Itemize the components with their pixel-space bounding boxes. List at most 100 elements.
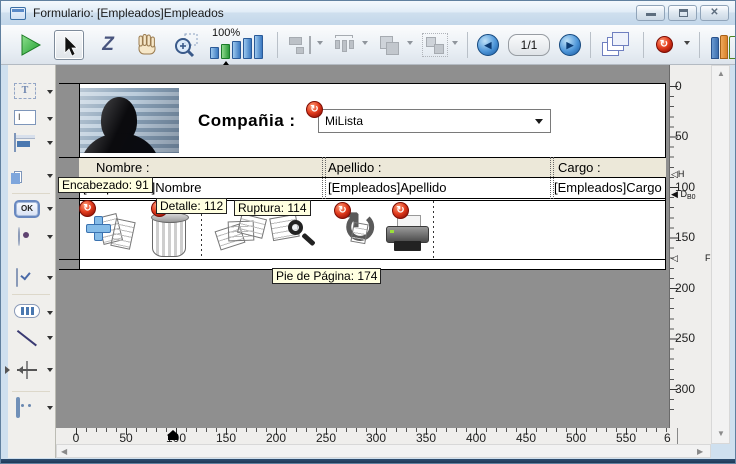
footer-marker-handle[interactable]: ◁ bbox=[671, 253, 678, 264]
h-ruler-label: 50 bbox=[114, 431, 138, 445]
vertical-scrollbar[interactable]: ▲ ▼ bbox=[711, 65, 730, 444]
nombre-label[interactable]: Nombre : bbox=[96, 160, 149, 175]
section-marker-header[interactable]: Encabezado: 91 bbox=[58, 177, 153, 193]
footer-boundary-line bbox=[79, 259, 666, 260]
section-marker-footer[interactable]: Pie de Página: 174 bbox=[272, 268, 381, 284]
h-ruler-label: 500 bbox=[564, 431, 588, 445]
next-page-button[interactable]: ▶ bbox=[559, 34, 581, 56]
events-dropdown-icon[interactable] bbox=[684, 41, 690, 48]
form-events-button[interactable]: ↻ bbox=[653, 30, 675, 60]
pan-tool-button[interactable] bbox=[132, 30, 162, 60]
window-frame-bottom bbox=[1, 459, 736, 464]
header-marker-handle[interactable]: ◁H bbox=[671, 169, 684, 180]
tool-dropdown-icon[interactable] bbox=[47, 336, 53, 343]
distribute-tool-group[interactable] bbox=[332, 33, 368, 57]
level-dropdown-icon[interactable] bbox=[407, 41, 413, 48]
previous-page-icon: ◀ bbox=[485, 40, 492, 50]
palette-separator bbox=[12, 391, 50, 392]
search-records-button[interactable] bbox=[269, 211, 321, 259]
tool-dropdown-icon[interactable] bbox=[47, 207, 53, 214]
section-marker-detail[interactable]: Detalle: 112 bbox=[156, 198, 227, 214]
explorer-button[interactable] bbox=[709, 31, 736, 59]
play-icon bbox=[17, 32, 43, 58]
level-tool-group[interactable] bbox=[377, 33, 413, 57]
scroll-down-icon[interactable]: ▼ bbox=[717, 429, 725, 439]
window-title: Formulario: [Empleados]Empleados bbox=[33, 6, 224, 20]
tool-dropdown-icon[interactable] bbox=[47, 368, 53, 375]
group-dropdown-icon[interactable] bbox=[452, 41, 458, 48]
browse-records-button[interactable] bbox=[216, 211, 266, 257]
tool-line[interactable] bbox=[12, 328, 54, 350]
object-method-badge[interactable]: ↻ bbox=[334, 202, 351, 219]
previous-page-button[interactable]: ◀ bbox=[477, 34, 499, 56]
toolbar: Z 100% bbox=[1, 25, 736, 65]
tool-static-text[interactable]: T bbox=[12, 82, 54, 104]
scroll-right-icon[interactable]: ▶ bbox=[697, 447, 703, 457]
tool-input-field[interactable]: I bbox=[12, 109, 54, 131]
h-ruler-label: 250 bbox=[314, 431, 338, 445]
v-ruler-label: 0 bbox=[675, 79, 682, 93]
toolbar-separator bbox=[590, 32, 591, 58]
tool-dropdown-icon[interactable] bbox=[47, 141, 53, 148]
tool-list-box[interactable] bbox=[12, 133, 54, 155]
scroll-left-icon[interactable]: ◀ bbox=[61, 447, 67, 457]
tool-dropdown-icon[interactable] bbox=[47, 276, 53, 283]
zoom-bars-icon[interactable] bbox=[210, 35, 263, 59]
distribute-dropdown-icon[interactable] bbox=[362, 41, 368, 48]
align-dropdown-icon[interactable] bbox=[317, 41, 323, 48]
zoom-tool-button[interactable] bbox=[171, 30, 201, 60]
group-tool-group[interactable] bbox=[422, 33, 458, 57]
scroll-up-icon[interactable]: ▲ bbox=[717, 69, 725, 79]
tool-checkbox[interactable] bbox=[12, 268, 54, 290]
apellido-label[interactable]: Apellido : bbox=[328, 160, 381, 175]
column-separator[interactable] bbox=[322, 157, 326, 199]
column-separator[interactable] bbox=[550, 157, 554, 199]
tool-dropdown-icon[interactable] bbox=[47, 311, 53, 318]
pointer-tool-button[interactable] bbox=[54, 30, 84, 60]
execute-form-button[interactable] bbox=[15, 30, 45, 60]
books-icon bbox=[711, 37, 719, 59]
tool-combo-box[interactable]: I bbox=[12, 166, 54, 188]
zoom-level-control[interactable]: 100% bbox=[210, 27, 268, 63]
object-method-badge[interactable]: ↻ bbox=[79, 200, 96, 217]
tool-dropdown-icon[interactable] bbox=[47, 235, 53, 242]
form-pages-button[interactable] bbox=[600, 30, 634, 60]
tool-plugin-area[interactable] bbox=[12, 398, 54, 420]
tool-radio-button[interactable] bbox=[12, 227, 54, 249]
magnifier-icon bbox=[288, 220, 303, 235]
print-button[interactable] bbox=[386, 215, 431, 255]
picture-object[interactable] bbox=[80, 88, 179, 153]
close-button[interactable]: ✕ bbox=[700, 5, 729, 21]
restore-button[interactable] bbox=[668, 5, 697, 21]
tool-dropdown-icon[interactable] bbox=[47, 406, 53, 413]
cargo-label[interactable]: Cargo : bbox=[558, 160, 601, 175]
tool-button[interactable]: OK bbox=[12, 199, 54, 221]
apellido-field[interactable]: [Empleados]Apellido bbox=[328, 180, 447, 195]
horizontal-scrollbar[interactable]: ◀ ▶ bbox=[56, 444, 711, 458]
titlebar[interactable]: Formulario: [Empleados]Empleados ✕ bbox=[1, 1, 736, 25]
object-method-badge[interactable]: ↻ bbox=[392, 202, 409, 219]
tool-dropdown-icon[interactable] bbox=[47, 117, 53, 124]
tool-dropdown-icon[interactable] bbox=[47, 90, 53, 97]
tool-splitter[interactable] bbox=[12, 360, 54, 382]
toolbar-separator bbox=[467, 32, 468, 58]
object-method-badge[interactable]: ↻ bbox=[306, 101, 323, 118]
section-marker-break[interactable]: Ruptura: 114 bbox=[234, 200, 311, 216]
magnifier-handle bbox=[301, 233, 315, 247]
company-dropdown[interactable]: MiLista bbox=[318, 109, 551, 133]
delete-record-button[interactable] bbox=[151, 212, 187, 258]
form-canvas[interactable]: Compañia : ↻ MiLista Nombre : Apellido :… bbox=[56, 65, 669, 428]
h-ruler-label: 450 bbox=[514, 431, 538, 445]
detail-marker-handle[interactable]: ◀ DB0 bbox=[671, 189, 696, 201]
minimize-button[interactable] bbox=[636, 5, 665, 21]
align-icon bbox=[287, 33, 313, 57]
tool-dropdown-icon[interactable] bbox=[47, 174, 53, 181]
marker-triangle-icon: ◁ bbox=[671, 253, 678, 263]
company-label[interactable]: Compañia : bbox=[198, 111, 296, 131]
checkbox-icon bbox=[16, 268, 18, 287]
window-frame-left bbox=[1, 65, 8, 464]
entry-order-tool-button[interactable]: Z bbox=[93, 30, 123, 60]
align-tool-group[interactable] bbox=[287, 33, 323, 57]
cargo-field[interactable]: [Empleados]Cargo bbox=[554, 180, 662, 195]
tool-button-grid[interactable] bbox=[12, 303, 54, 325]
